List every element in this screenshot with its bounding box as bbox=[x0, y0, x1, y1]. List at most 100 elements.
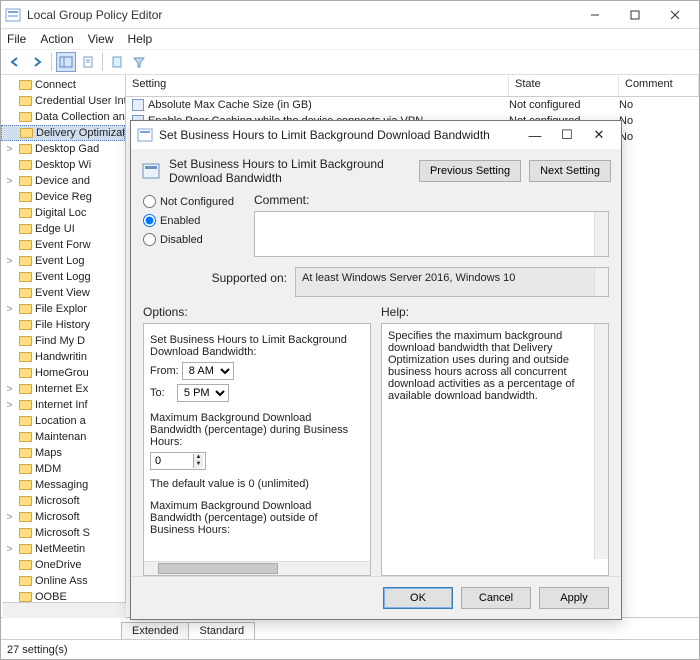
close-button[interactable] bbox=[655, 2, 695, 28]
expand-icon[interactable]: > bbox=[5, 400, 14, 411]
tree-item[interactable]: File History bbox=[1, 317, 125, 333]
nav-tree[interactable]: ConnectCredential User Interface Data Col… bbox=[1, 75, 126, 617]
tree-scrollbar[interactable] bbox=[3, 602, 126, 618]
folder-icon bbox=[19, 480, 32, 490]
tree-item[interactable]: >Internet Ex bbox=[1, 381, 125, 397]
maximize-button[interactable] bbox=[615, 2, 655, 28]
back-icon[interactable] bbox=[5, 52, 25, 72]
tree-item[interactable]: Event Logg bbox=[1, 269, 125, 285]
menu-view[interactable]: View bbox=[88, 32, 114, 46]
tree-item[interactable]: >Event Log bbox=[1, 253, 125, 269]
tree-item[interactable]: Online Ass bbox=[1, 573, 125, 589]
refresh-icon[interactable] bbox=[107, 52, 127, 72]
expand-icon[interactable]: > bbox=[5, 176, 14, 187]
tree-label: Find My D bbox=[35, 335, 85, 347]
radio-enabled[interactable]: Enabled bbox=[143, 214, 234, 227]
tree-item[interactable]: Maintenan bbox=[1, 429, 125, 445]
row-comment: No bbox=[619, 115, 699, 127]
tab-standard[interactable]: Standard bbox=[188, 622, 255, 639]
tree-item[interactable]: Microsoft S bbox=[1, 525, 125, 541]
show-tree-icon[interactable] bbox=[56, 52, 76, 72]
app-icon bbox=[5, 7, 21, 23]
tree-item[interactable]: Credential User Interface bbox=[1, 93, 125, 109]
spinner-up-icon[interactable]: ▲ bbox=[194, 454, 203, 461]
scrollbar-icon[interactable] bbox=[594, 268, 608, 296]
options-h-scrollbar[interactable] bbox=[144, 561, 370, 575]
tree-item[interactable]: OneDrive bbox=[1, 557, 125, 573]
max-during-spinner[interactable]: ▲▼ bbox=[150, 452, 206, 470]
comment-textarea[interactable] bbox=[254, 211, 609, 257]
tree-item[interactable]: Find My D bbox=[1, 333, 125, 349]
tree-item[interactable]: Data Collection and Preview bbox=[1, 109, 125, 125]
scrollbar-icon[interactable] bbox=[594, 212, 608, 256]
list-row[interactable]: Absolute Max Cache Size (in GB)Not confi… bbox=[126, 97, 699, 113]
spinner-down-icon[interactable]: ▼ bbox=[194, 461, 203, 468]
tree-item[interactable]: >Internet Inf bbox=[1, 397, 125, 413]
properties-icon[interactable] bbox=[78, 52, 98, 72]
tree-item[interactable]: >Desktop Gad bbox=[1, 141, 125, 157]
tree-item[interactable]: >Device and bbox=[1, 173, 125, 189]
dialog-close-button[interactable]: ✕ bbox=[583, 127, 615, 143]
col-setting[interactable]: Setting bbox=[126, 75, 509, 96]
dialog-maximize-button[interactable]: ☐ bbox=[551, 127, 583, 143]
folder-icon bbox=[19, 384, 32, 394]
tree-item[interactable]: >File Explor bbox=[1, 301, 125, 317]
to-select[interactable]: 5 PM bbox=[177, 384, 229, 402]
expand-icon[interactable]: > bbox=[5, 512, 14, 523]
folder-icon bbox=[19, 512, 32, 522]
expand-icon[interactable]: > bbox=[5, 144, 14, 155]
menu-file[interactable]: File bbox=[7, 32, 26, 46]
col-comment[interactable]: Comment bbox=[619, 75, 699, 96]
apply-button[interactable]: Apply bbox=[539, 587, 609, 609]
max-during-value[interactable] bbox=[153, 454, 193, 468]
cancel-button[interactable]: Cancel bbox=[461, 587, 531, 609]
tree-item[interactable]: Handwritin bbox=[1, 349, 125, 365]
col-state[interactable]: State bbox=[509, 75, 619, 96]
help-text: Specifies the maximum background downloa… bbox=[388, 330, 602, 402]
folder-icon bbox=[19, 352, 32, 362]
tabstrip: Extended Standard bbox=[1, 617, 699, 639]
tree-item[interactable]: Maps bbox=[1, 445, 125, 461]
tree-item[interactable]: Event Forw bbox=[1, 237, 125, 253]
radio-not-configured[interactable]: Not Configured bbox=[143, 195, 234, 208]
next-setting-button[interactable]: Next Setting bbox=[529, 160, 611, 182]
previous-setting-button[interactable]: Previous Setting bbox=[419, 160, 521, 182]
expand-icon[interactable]: > bbox=[5, 384, 14, 395]
tree-label: Online Ass bbox=[35, 575, 88, 587]
tree-item[interactable]: Device Reg bbox=[1, 189, 125, 205]
tree-item[interactable]: Desktop Wi bbox=[1, 157, 125, 173]
expand-icon[interactable]: > bbox=[5, 544, 14, 555]
minimize-button[interactable] bbox=[575, 2, 615, 28]
tree-item[interactable]: Edge UI bbox=[1, 221, 125, 237]
tree-label: Event View bbox=[35, 287, 90, 299]
filter-icon[interactable] bbox=[129, 52, 149, 72]
from-select[interactable]: 8 AM bbox=[182, 362, 234, 380]
tree-item[interactable]: > NetMeetin bbox=[1, 541, 125, 557]
dialog-titlebar: Set Business Hours to Limit Background D… bbox=[131, 121, 621, 149]
tree-item[interactable]: HomeGrou bbox=[1, 365, 125, 381]
tree-item[interactable]: Digital Loc bbox=[1, 205, 125, 221]
tree-item[interactable]: Delivery Optimization bbox=[1, 125, 125, 141]
forward-icon[interactable] bbox=[27, 52, 47, 72]
menu-action[interactable]: Action bbox=[40, 32, 73, 46]
tree-item[interactable]: Messaging bbox=[1, 477, 125, 493]
menu-help[interactable]: Help bbox=[128, 32, 153, 46]
radio-disabled[interactable]: Disabled bbox=[143, 233, 234, 246]
expand-icon[interactable]: > bbox=[5, 256, 14, 267]
help-v-scrollbar[interactable] bbox=[594, 324, 608, 559]
folder-icon bbox=[19, 288, 32, 298]
expand-icon[interactable]: > bbox=[5, 304, 14, 315]
tree-item[interactable]: MDM bbox=[1, 461, 125, 477]
folder-icon bbox=[19, 400, 32, 410]
tree-item[interactable]: Connect bbox=[1, 77, 125, 93]
dialog-minimize-button[interactable]: — bbox=[519, 128, 551, 143]
tree-item[interactable]: Event View bbox=[1, 285, 125, 301]
tab-extended[interactable]: Extended bbox=[121, 622, 189, 639]
tree-item[interactable]: >Microsoft bbox=[1, 509, 125, 525]
ok-button[interactable]: OK bbox=[383, 587, 453, 609]
tree-label: NetMeetin bbox=[35, 543, 85, 555]
tree-item[interactable]: Location a bbox=[1, 413, 125, 429]
tree-label: Desktop Wi bbox=[35, 159, 91, 171]
tree-item[interactable]: Microsoft bbox=[1, 493, 125, 509]
tree-label: Data Collection and Preview bbox=[35, 111, 125, 123]
